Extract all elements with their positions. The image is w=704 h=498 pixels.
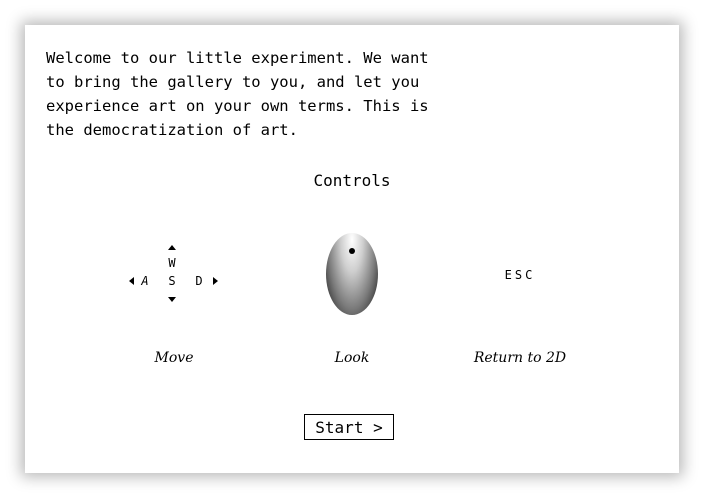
- arrow-down-icon: [168, 297, 176, 302]
- arrow-left-icon: [129, 277, 134, 285]
- controls-heading: Controls: [313, 171, 391, 190]
- esc-key-icon: ESC: [504, 268, 536, 282]
- look-caption: Look: [334, 350, 370, 366]
- key-s: S: [168, 274, 176, 288]
- mouse-icon: [326, 233, 378, 315]
- arrow-up-icon: [168, 245, 176, 250]
- mouse-dot: [349, 248, 355, 254]
- intro-text: Welcome to our little experiment. We wan…: [46, 49, 429, 139]
- move-control: W A S D Move: [94, 215, 254, 385]
- escape-control: ESC Return to 2D: [440, 215, 600, 385]
- move-caption: Move: [154, 350, 194, 366]
- arrow-right-icon: [213, 277, 218, 285]
- page: Welcome to our little experiment. We wan…: [0, 0, 704, 498]
- key-a: A: [141, 274, 149, 288]
- welcome-panel: Welcome to our little experiment. We wan…: [25, 25, 679, 473]
- start-button[interactable]: Start >: [304, 414, 394, 440]
- key-w: W: [168, 256, 176, 270]
- escape-caption: Return to 2D: [473, 350, 567, 366]
- look-control: Look: [272, 215, 432, 385]
- key-d: D: [195, 274, 203, 288]
